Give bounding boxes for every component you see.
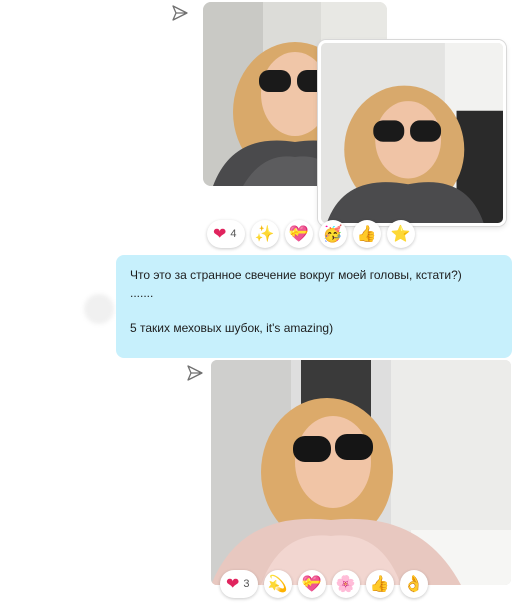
heart-icon: ❤ [213, 224, 227, 243]
heart-icon: ❤ [226, 574, 240, 593]
ok-hand-icon: 👌 [403, 574, 424, 593]
blossom-icon: 🌸 [335, 574, 356, 593]
shared-photo-2[interactable] [318, 40, 506, 226]
reaction-ok-hand[interactable]: 👌 [399, 570, 428, 598]
reaction-heart-gift[interactable]: 💝 [297, 570, 326, 598]
message-line: Что это за странное свечение вокруг моей… [130, 268, 462, 282]
dizzy-icon: 💫 [267, 574, 288, 593]
message-bubble[interactable]: Что это за странное свечение вокруг моей… [116, 255, 512, 358]
heart-gift-icon: 💝 [288, 224, 309, 243]
party-face-icon: 🥳 [322, 224, 343, 243]
shared-photo-3[interactable] [211, 360, 511, 585]
sent-status-icon [171, 4, 189, 22]
thumbs-up-icon: 👍 [369, 574, 390, 593]
reactions-bar-1: ❤ 4 ✨ 💝 🥳 👍 ⭐ [207, 219, 421, 249]
reaction-heart-gift[interactable]: 💝 [284, 220, 313, 248]
reaction-count: 3 [243, 578, 250, 590]
reaction-thumbs-up[interactable]: 👍 [365, 570, 394, 598]
reaction-party[interactable]: 🥳 [318, 220, 347, 248]
reaction-star[interactable]: ⭐ [386, 220, 415, 248]
reaction-thumbs-up[interactable]: 👍 [352, 220, 381, 248]
sparkles-icon: ✨ [254, 224, 275, 243]
reaction-blossom[interactable]: 🌸 [331, 570, 360, 598]
reaction-heart[interactable]: ❤ 3 [220, 570, 258, 598]
thumbs-up-icon: 👍 [356, 224, 377, 243]
avatar [84, 294, 114, 324]
reaction-count: 4 [230, 228, 237, 240]
message-line: ....... [130, 285, 154, 300]
sent-status-icon [186, 364, 204, 382]
star-icon: ⭐ [390, 224, 411, 243]
reaction-dizzy[interactable]: 💫 [263, 570, 292, 598]
reaction-heart[interactable]: ❤ 4 [207, 220, 245, 248]
message-line [130, 302, 498, 320]
reaction-sparkles[interactable]: ✨ [250, 220, 279, 248]
message-line: 5 таких меховых шубок, it's amazing) [130, 320, 334, 335]
reactions-bar-2: ❤ 3 💫 💝 🌸 👍 👌 [220, 569, 434, 599]
heart-gift-icon: 💝 [301, 574, 322, 593]
